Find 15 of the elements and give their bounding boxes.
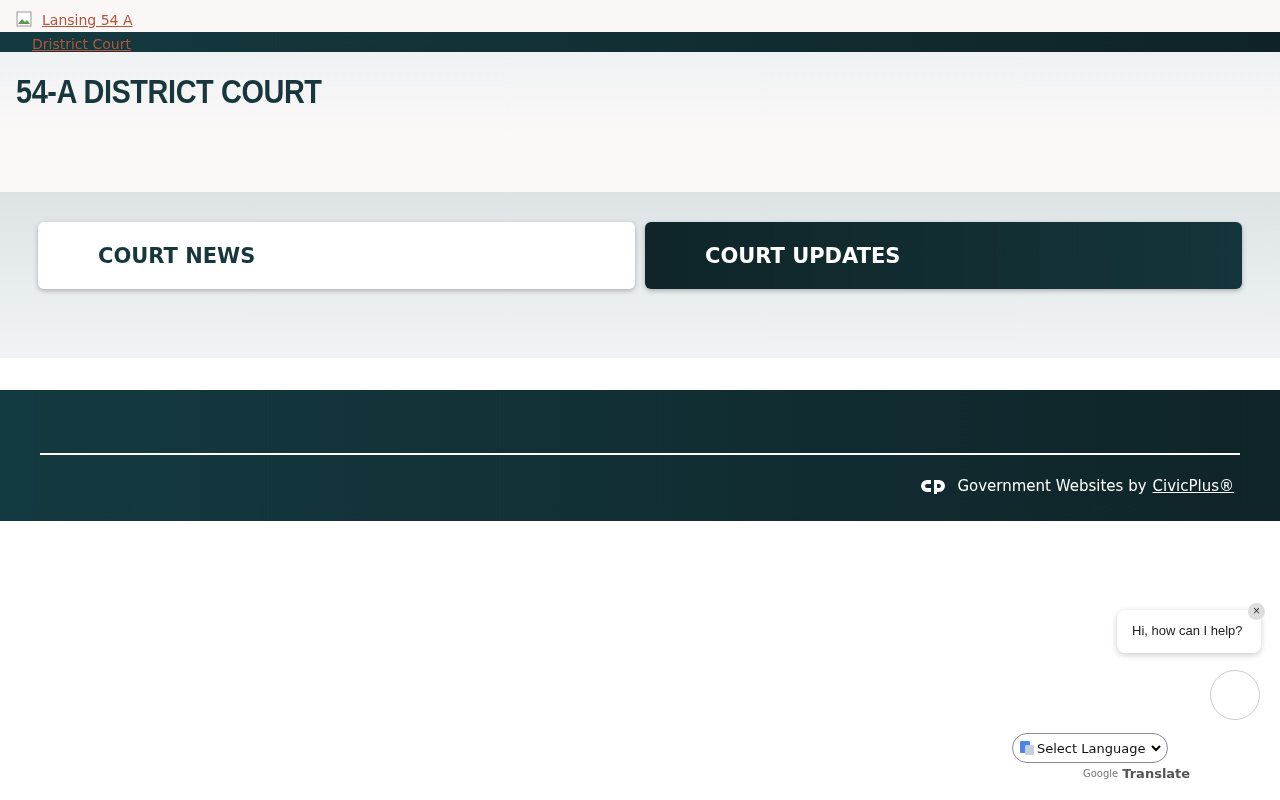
credit-text: Government Websites by xyxy=(957,477,1147,495)
translate-icon xyxy=(1019,740,1035,756)
page-title: 54-A DISTRICT COURT xyxy=(16,72,322,111)
language-select[interactable]: Select Language xyxy=(1012,733,1168,763)
caret-icon xyxy=(1151,743,1161,753)
close-button[interactable]: × xyxy=(1248,603,1265,620)
nav-card[interactable]: COURT UPDATES xyxy=(645,222,1242,289)
nav-card[interactable]: COURT NEWS xyxy=(38,222,635,289)
logo-link[interactable]: Lansing 54 A Dristrict Court xyxy=(32,8,136,56)
translate-label: Translate xyxy=(1122,766,1191,781)
broken-image-icon xyxy=(16,11,32,27)
civicplus-logo-icon xyxy=(921,478,946,494)
civicplus-link[interactable]: CivicPlus® xyxy=(1152,477,1234,495)
chat-launcher-button[interactable] xyxy=(1210,670,1260,720)
google-brand: Google xyxy=(1083,768,1119,779)
